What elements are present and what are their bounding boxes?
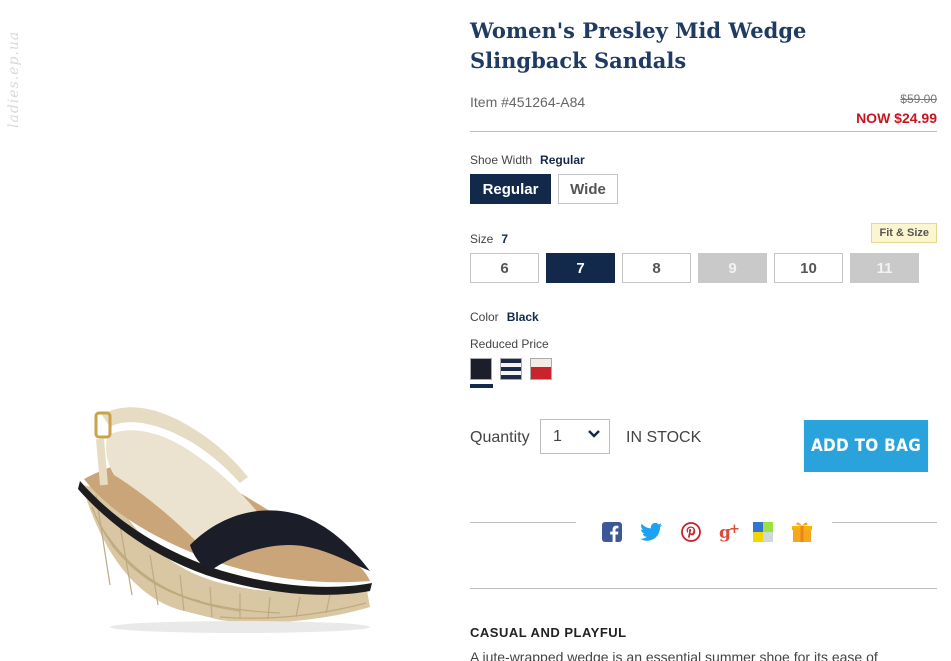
watermark: ladies.ep.ua: [6, 30, 22, 128]
size-option-7[interactable]: 7: [546, 253, 615, 283]
twitter-icon[interactable]: [640, 521, 662, 543]
color-label: Color: [470, 310, 499, 324]
product-title: Women's Presley Mid Wedge Slingback Sand…: [470, 18, 807, 73]
item-number: Item #451264-A84: [470, 94, 586, 110]
google-plus-icon[interactable]: g +: [719, 521, 741, 543]
divider: [470, 131, 937, 132]
original-price: $59.00: [900, 92, 937, 106]
divider-bottom: [470, 588, 937, 589]
shoe-width-selected: Regular: [540, 153, 585, 167]
facebook-icon[interactable]: [601, 521, 623, 543]
sale-price: NOW $24.99: [856, 110, 937, 126]
chevron-down-icon: [588, 430, 600, 438]
svg-text:+: +: [729, 522, 740, 537]
share-divider-right: [832, 522, 937, 523]
size-option-9[interactable]: 9: [698, 253, 767, 283]
quantity-label: Quantity: [470, 429, 530, 446]
description-text: A jute-wrapped wedge is an essential sum…: [470, 649, 878, 661]
product-image[interactable]: [70, 395, 390, 635]
description-heading: CASUAL AND PLAYFUL: [470, 625, 627, 640]
swatch-red[interactable]: [530, 358, 552, 380]
swatch-black[interactable]: [470, 358, 492, 380]
quantity-select[interactable]: 1: [540, 419, 610, 454]
pinterest-icon[interactable]: [680, 521, 702, 543]
width-option-wide[interactable]: Wide: [558, 174, 618, 204]
swatch-selected-indicator: [470, 384, 493, 388]
size-selected: 7: [501, 232, 509, 246]
product-details: Women's Presley Mid Wedge Slingback Sand…: [470, 0, 937, 661]
swatch-navy-stripe[interactable]: [500, 358, 522, 380]
size-option-11[interactable]: 11: [850, 253, 919, 283]
color-selected: Black: [506, 310, 539, 324]
add-to-bag-button[interactable]: ADD TO BAG: [803, 420, 929, 472]
shoe-width-label-row: Shoe Width Regular: [470, 153, 585, 167]
reduced-price-label: Reduced Price: [470, 337, 549, 351]
shoe-width-label: Shoe Width: [470, 153, 533, 167]
gift-icon[interactable]: [791, 521, 813, 543]
size-option-8[interactable]: 8: [622, 253, 691, 283]
stock-status: IN STOCK: [626, 429, 702, 446]
size-label: Size: [470, 232, 494, 246]
width-option-regular[interactable]: Regular: [470, 174, 551, 204]
size-option-6[interactable]: 6: [470, 253, 539, 283]
share-divider-left: [470, 522, 576, 523]
delicious-icon[interactable]: [752, 521, 774, 543]
fit-size-button[interactable]: Fit & Size: [871, 223, 937, 243]
color-label-row: Color Black: [470, 310, 539, 324]
quantity-value: 1: [553, 427, 562, 445]
size-option-10[interactable]: 10: [774, 253, 843, 283]
size-label-row: Size 7: [470, 232, 508, 246]
